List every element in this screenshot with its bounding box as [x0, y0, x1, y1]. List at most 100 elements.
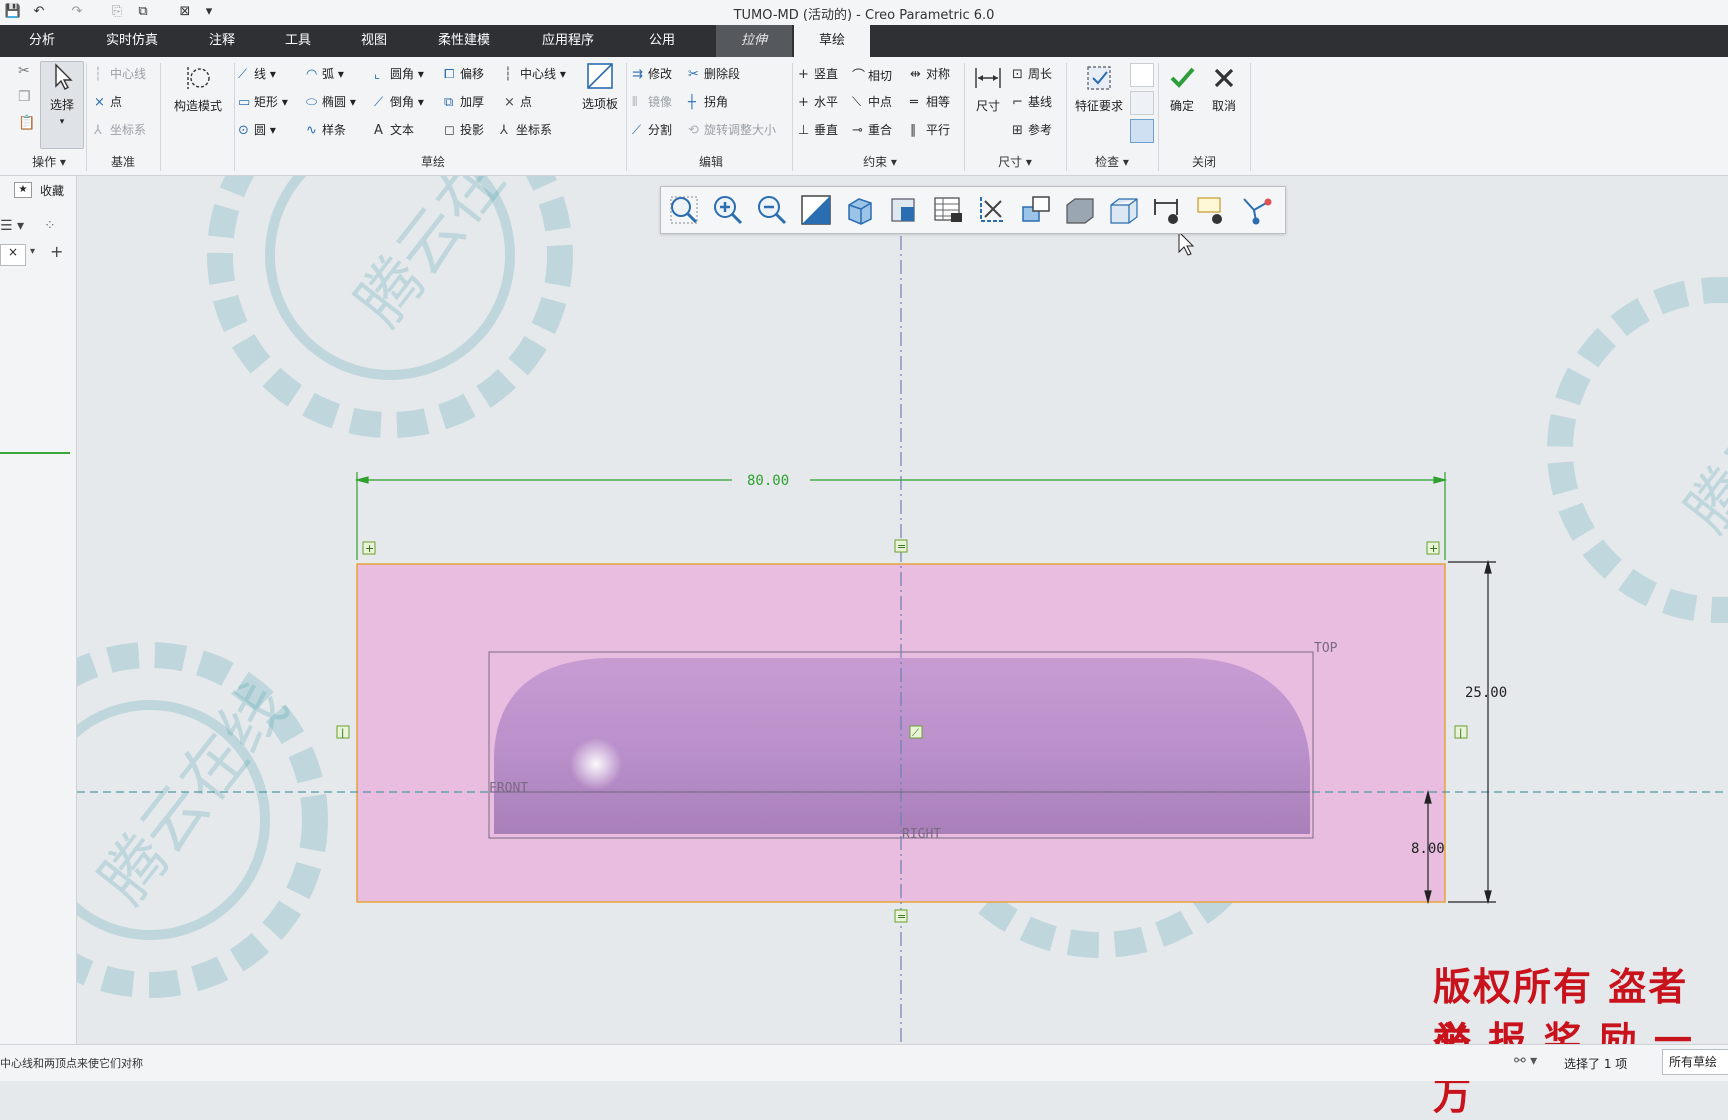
copy-icon[interactable]: ❐ — [18, 89, 40, 105]
ok-label: 确定 — [1169, 99, 1194, 113]
feature-requirements-button[interactable]: 特征要求 — [1070, 63, 1128, 114]
filter-clear-icon[interactable]: × — [0, 244, 26, 266]
binoculars-icon[interactable]: ⚯ ▾ — [1514, 1053, 1537, 1069]
constraint-horizontal[interactable]: + 水平 — [798, 93, 838, 110]
favorites-icon[interactable]: ★ — [14, 182, 32, 198]
group-dimension-label[interactable]: 尺寸 ▾ — [966, 153, 1064, 170]
dimension-icon — [975, 68, 1001, 88]
saved-orientations-icon[interactable] — [887, 193, 921, 227]
vertex-display-icon[interactable] — [1239, 193, 1273, 227]
tab-sketch[interactable]: 草绘 — [794, 25, 870, 57]
constraint-vertical[interactable]: + 竖直 — [798, 65, 838, 82]
overlapping-geometry-icon[interactable] — [1130, 63, 1154, 87]
edit-divide[interactable]: ⟋ 分割 — [632, 121, 672, 138]
tab-simulation[interactable]: 实时仿真 — [92, 25, 172, 57]
dimension-display-icon[interactable] — [1151, 193, 1185, 227]
construction-mode-button[interactable]: 构造模式 — [164, 63, 232, 114]
cut-icon[interactable]: ✂ — [18, 63, 40, 79]
display-style-icon[interactable] — [843, 193, 877, 227]
datum-csys[interactable]: ⅄ 坐标系 — [94, 121, 146, 138]
edit-rotate-resize[interactable]: ⟲ 旋转调整大小 — [688, 121, 776, 138]
sketch-circle[interactable]: ⊙ 圆 ▾ — [238, 121, 276, 138]
sketch-drawing[interactable]: 腾云在线 腾云在线 腾云在线 腾云在线 TOP FRONT RIGHT 80.0… — [77, 176, 1728, 1044]
view-manager-icon[interactable] — [931, 193, 965, 227]
favorites-tab[interactable]: 收藏 — [40, 182, 64, 199]
width-dimension-value[interactable]: 80.00 — [747, 473, 789, 489]
select-button[interactable]: 选择 ▾ — [40, 61, 84, 149]
sketch-spline[interactable]: ∿ 样条 — [306, 121, 346, 138]
add-icon[interactable]: + — [50, 242, 63, 261]
tab-flexible-modeling[interactable]: 柔性建模 — [424, 25, 504, 57]
group-constrain-label[interactable]: 约束 ▾ — [796, 153, 964, 170]
sketch-rectangle[interactable]: ▭ 矩形 ▾ — [238, 93, 288, 110]
datum-display-icon[interactable] — [975, 193, 1009, 227]
ok-button[interactable]: 确定 — [1162, 63, 1202, 114]
group-close-label: 关闭 — [1191, 155, 1216, 169]
zoom-out-icon[interactable] — [755, 193, 789, 227]
sketch-view-icon[interactable] — [1019, 193, 1053, 227]
filter-dropdown-icon[interactable]: ▾ — [30, 246, 35, 257]
sketch-csys[interactable]: ⅄ 坐标系 — [500, 121, 552, 138]
sketch-thicken[interactable]: ⧉ 加厚 — [444, 93, 484, 110]
palette-button[interactable]: 选项板 — [578, 61, 622, 112]
sketch-offset[interactable]: ⧠ 偏移 — [444, 65, 484, 82]
sketch-point[interactable]: × 点 — [504, 93, 532, 110]
group-operations-label[interactable]: 操作 ▾ — [14, 153, 84, 170]
constraint-display-icon[interactable] — [1195, 193, 1229, 227]
group-inspect-label[interactable]: 检查 ▾ — [1068, 153, 1156, 170]
datum-point[interactable]: × 点 — [94, 93, 122, 110]
show-icon[interactable]: ⁘ — [44, 218, 56, 234]
sketch-fillet[interactable]: ⌞ 圆角 ▾ — [374, 65, 424, 82]
tree-settings-icon[interactable]: ☰ ▾ — [0, 218, 24, 234]
tab-annotate[interactable]: 注释 — [190, 25, 254, 57]
paste-icon[interactable]: 📋 — [18, 115, 40, 131]
sketch-line[interactable]: ⟋ 线 ▾ — [238, 65, 276, 82]
constraint-symmetric[interactable]: ⇹ 对称 — [910, 65, 950, 82]
group-edit-label: 编辑 — [698, 155, 723, 169]
edit-modify[interactable]: ⇉ 修改 — [632, 65, 672, 82]
sketch-ellipse[interactable]: ⬭ 椭圆 ▾ — [306, 93, 356, 110]
refit-icon[interactable] — [667, 193, 701, 227]
tab-view[interactable]: 视图 — [342, 25, 406, 57]
sketch-text[interactable]: A 文本 — [374, 121, 414, 138]
ribbon-separator — [234, 63, 235, 171]
svg-text:⟋: ⟋ — [912, 728, 919, 739]
edit-delete-segment[interactable]: ✂ 删除段 — [688, 65, 740, 82]
shaded-icon[interactable] — [1063, 193, 1097, 227]
zoom-in-icon[interactable] — [711, 193, 745, 227]
tab-tools[interactable]: 工具 — [266, 25, 330, 57]
offset-dimension-value[interactable]: 8.00 — [1411, 841, 1445, 857]
edit-corner[interactable]: ┼ 拐角 — [688, 93, 728, 110]
constraint-perpendicular[interactable]: ⊥ 垂直 — [798, 121, 838, 138]
constraint-equal[interactable]: ═ 相等 — [910, 93, 950, 110]
tab-analysis[interactable]: 分析 — [10, 25, 74, 57]
selection-filter-dropdown[interactable]: 所有草绘 — [1662, 1049, 1728, 1075]
repaint-icon[interactable] — [799, 193, 833, 227]
edit-mirror[interactable]: ⫴ 镜像 — [632, 93, 672, 110]
highlight-open-ends-icon[interactable] — [1130, 91, 1154, 115]
graphics-canvas[interactable]: 腾云在线 腾云在线 腾云在线 腾云在线 TOP FRONT RIGHT 80.0… — [77, 176, 1728, 1118]
sketch-chamfer[interactable]: ⟋ 倒角 ▾ — [374, 93, 424, 110]
sketch-centerline[interactable]: ┆ 中心线 ▾ — [504, 65, 566, 82]
constraint-parallel[interactable]: ∥ 平行 — [910, 121, 950, 138]
tab-common[interactable]: 公用 — [630, 25, 694, 57]
datum-centerline[interactable]: ┆ 中心线 — [94, 65, 146, 82]
status-message: 中心线和两顶点来使它们对称 — [0, 1057, 143, 1070]
cancel-button[interactable]: 取消 — [1204, 63, 1244, 114]
sketch-project[interactable]: ◻ 投影 — [444, 121, 484, 138]
dimension-perimeter[interactable]: ⊡ 周长 — [1012, 65, 1052, 82]
dimension-button[interactable]: 尺寸 — [968, 63, 1008, 114]
height-dimension-value[interactable]: 25.00 — [1465, 685, 1507, 701]
wireframe-icon[interactable] — [1107, 193, 1141, 227]
shade-closed-loops-icon[interactable] — [1130, 119, 1154, 143]
dimension-baseline[interactable]: ⌐ 基线 — [1012, 93, 1052, 110]
dimension-reference[interactable]: ⊞ 参考 — [1012, 121, 1052, 138]
ribbon-separator — [964, 63, 965, 171]
palette-icon — [587, 63, 613, 89]
sketch-arc[interactable]: ◠ 弧 ▾ — [306, 65, 344, 82]
constraint-tangent[interactable]: ⌒ 相切 — [852, 65, 892, 84]
tab-applications[interactable]: 应用程序 — [528, 25, 608, 57]
constraint-coincident[interactable]: ⊸ 重合 — [852, 121, 892, 138]
tab-extrude[interactable]: 拉伸 — [716, 25, 792, 57]
constraint-midpoint[interactable]: ⟍ 中点 — [852, 93, 892, 110]
